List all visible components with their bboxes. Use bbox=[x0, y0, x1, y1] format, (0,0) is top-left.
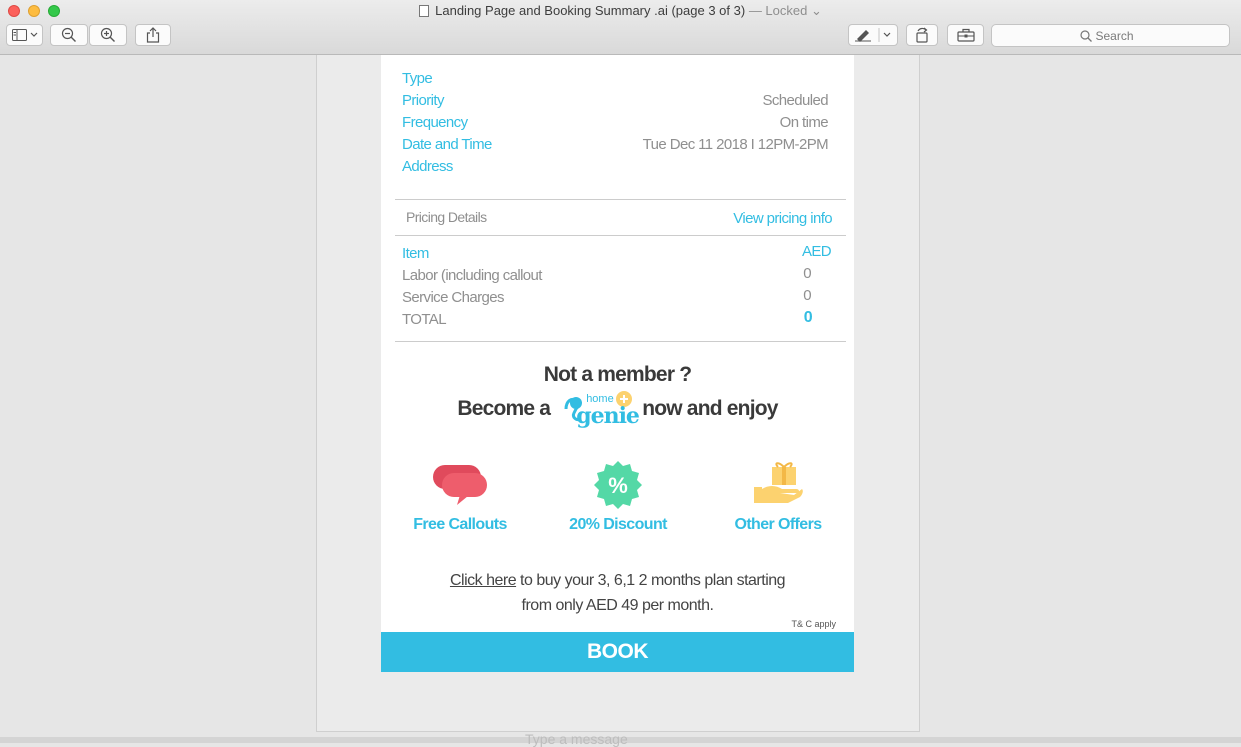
rotate-icon bbox=[916, 27, 928, 43]
toolbox-icon bbox=[956, 28, 975, 42]
benefit-label: Free Callouts bbox=[413, 516, 507, 533]
zoom-in-icon bbox=[100, 27, 115, 42]
svg-text:%: % bbox=[608, 473, 628, 498]
gift-hand-icon bbox=[754, 462, 803, 503]
booking-summary-card: Type Priority Scheduled Frequency On tim… bbox=[381, 55, 854, 672]
pricing-row-value-labor: 0 bbox=[803, 265, 811, 282]
pricing-total-value: 0 bbox=[803, 309, 813, 326]
homegenie-logo-bottom: genie bbox=[576, 403, 640, 429]
divider bbox=[395, 341, 846, 342]
zoom-out-button[interactable] bbox=[50, 24, 88, 46]
sidebar-icon bbox=[11, 29, 37, 41]
rotate-button[interactable] bbox=[906, 24, 938, 46]
terms-and-conditions-note: T& C apply bbox=[791, 619, 836, 629]
share-icon bbox=[146, 27, 160, 43]
pricing-total-label: TOTAL bbox=[402, 311, 447, 328]
benefit-label: Other Offers bbox=[734, 516, 822, 533]
toolbox-button[interactable] bbox=[947, 24, 984, 46]
promo-text-line-1: to buy your 3, 6,1 2 months plan startin… bbox=[516, 572, 786, 589]
detail-value-frequency: On time bbox=[779, 114, 829, 131]
benefit-label: 20% Discount bbox=[569, 516, 667, 533]
click-here-link[interactable]: Click here bbox=[450, 572, 517, 589]
homegenie-logo: home genie bbox=[562, 391, 640, 435]
search-field[interactable] bbox=[991, 24, 1230, 47]
pricing-row-label-labor: Labor (including callout bbox=[402, 267, 542, 284]
membership-text-before-logo: Become a bbox=[457, 397, 551, 420]
divider bbox=[395, 235, 846, 236]
background-message-input: Type a message bbox=[525, 731, 628, 747]
document-viewport[interactable]: Type Priority Scheduled Frequency On tim… bbox=[0, 55, 1241, 743]
benefit-other-offers: Other Offers bbox=[703, 459, 853, 534]
sidebar-toggle-button[interactable] bbox=[6, 24, 43, 46]
window-title: Landing Page and Booking Summary .ai (pa… bbox=[0, 3, 1241, 19]
document-icon bbox=[419, 5, 430, 17]
detail-label-type: Type bbox=[402, 70, 433, 87]
membership-promo-text: Click here to buy your 3, 6,1 2 months p… bbox=[381, 568, 854, 618]
zoom-in-button[interactable] bbox=[89, 24, 127, 46]
benefit-free-callouts: Free Callouts bbox=[385, 459, 535, 534]
locked-status[interactable]: — Locked ⌄ bbox=[749, 3, 822, 18]
book-button[interactable]: BOOK bbox=[381, 632, 854, 672]
membership-subheadline: Become a home genie now and enjoy bbox=[381, 387, 854, 431]
pricing-item-header: Item bbox=[402, 245, 429, 262]
pricing-row-label-service: Service Charges bbox=[402, 289, 504, 306]
search-icon bbox=[1079, 29, 1092, 42]
detail-label-address: Address bbox=[402, 158, 453, 175]
detail-value-date-time: Tue Dec 11 2018 I 12PM-2PM bbox=[642, 136, 829, 153]
zoom-out-icon bbox=[61, 27, 76, 42]
membership-headline: Not a member ? bbox=[543, 363, 692, 386]
percent-badge-icon: % bbox=[594, 461, 642, 509]
markup-button[interactable] bbox=[848, 24, 898, 46]
divider bbox=[395, 199, 846, 200]
window-title-text: Landing Page and Booking Summary .ai (pa… bbox=[435, 3, 746, 18]
view-pricing-info-link[interactable]: View pricing info bbox=[733, 210, 832, 227]
pricing-details-heading: Pricing Details bbox=[406, 209, 487, 225]
detail-label-priority: Priority bbox=[402, 92, 444, 109]
detail-label-date-time: Date and Time bbox=[402, 136, 492, 153]
membership-text-after-logo: now and enjoy bbox=[642, 397, 778, 420]
detail-value-priority: Scheduled bbox=[762, 92, 829, 109]
detail-label-frequency: Frequency bbox=[402, 114, 468, 131]
window-titlebar: Landing Page and Booking Summary .ai (pa… bbox=[0, 0, 1241, 55]
pricing-row-value-service: 0 bbox=[803, 287, 811, 304]
pen-icon bbox=[855, 28, 891, 42]
pricing-currency-header: AED bbox=[801, 243, 832, 260]
promo-text-line-2: from only AED 49 per month. bbox=[521, 597, 714, 614]
chat-bubbles-icon bbox=[433, 465, 487, 505]
benefit-discount: % 20% Discount bbox=[543, 459, 693, 534]
search-input[interactable] bbox=[1095, 28, 1142, 43]
share-button[interactable] bbox=[135, 24, 171, 46]
